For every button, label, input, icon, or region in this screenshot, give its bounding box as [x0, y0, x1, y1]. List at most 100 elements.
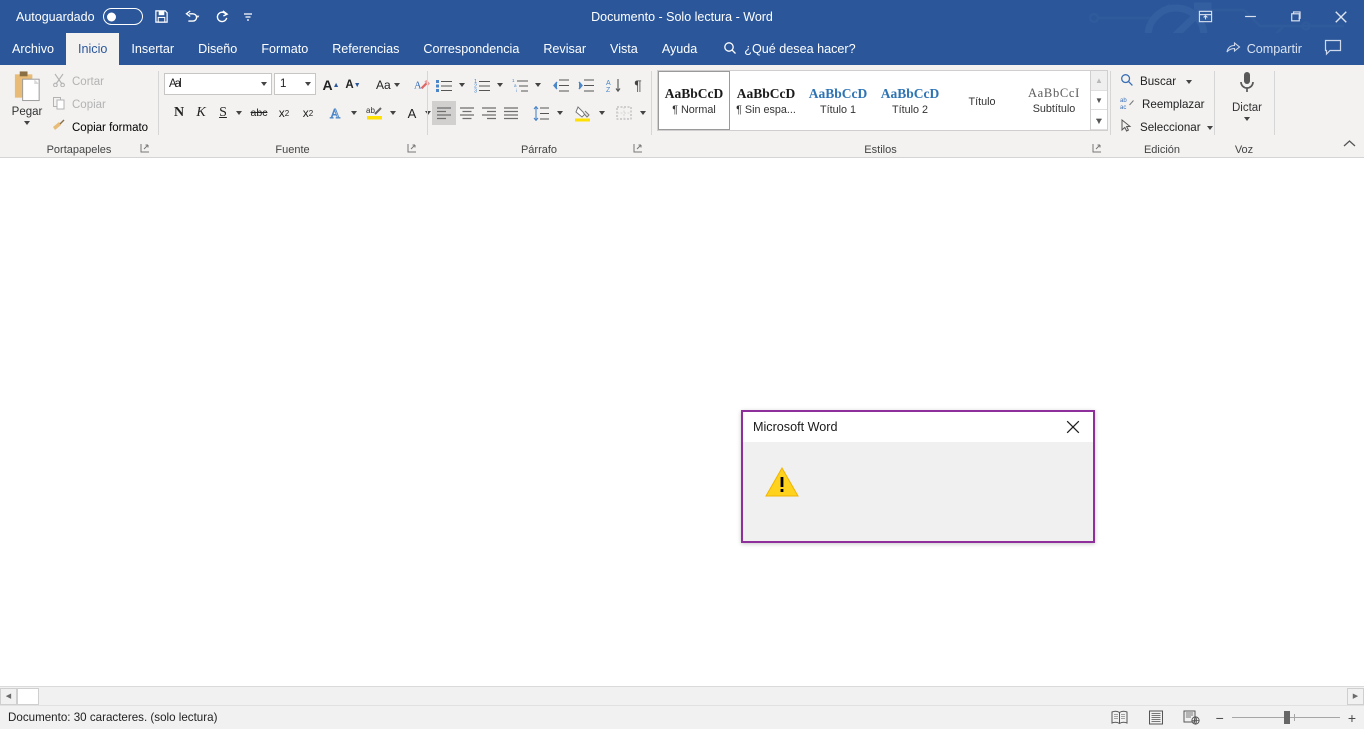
paragraph-dialog-launcher[interactable] — [633, 143, 645, 155]
font-dialog-launcher[interactable] — [407, 143, 419, 155]
style-item-subtitulo[interactable]: AaBbCcI Subtítulo — [1018, 71, 1090, 130]
read-mode-view-icon[interactable] — [1108, 707, 1132, 729]
tab-ayuda[interactable]: Ayuda — [650, 33, 709, 65]
find-caret-icon[interactable] — [1186, 79, 1193, 84]
save-icon[interactable] — [149, 5, 175, 29]
close-icon[interactable] — [1053, 412, 1093, 442]
superscript-icon[interactable]: x2 — [296, 101, 320, 125]
text-effects-caret-icon[interactable] — [347, 101, 361, 125]
paste-button[interactable]: Pegar — [6, 69, 48, 125]
select-caret-icon[interactable] — [1206, 125, 1213, 130]
minimize-icon[interactable] — [1228, 0, 1273, 33]
styles-dialog-launcher[interactable] — [1092, 143, 1104, 155]
format-painter-button[interactable]: Copiar formato — [52, 117, 148, 138]
autosave-toggle[interactable]: Autoguardado — [10, 5, 149, 29]
text-highlight-caret-icon[interactable] — [386, 101, 400, 125]
collapse-ribbon-icon[interactable] — [1343, 135, 1356, 153]
shading-icon[interactable] — [571, 101, 595, 125]
show-formatting-marks-icon[interactable]: ¶ — [627, 73, 649, 97]
justify-icon[interactable] — [499, 101, 523, 125]
zoom-control[interactable]: − + — [1216, 710, 1356, 725]
scroll-up-icon[interactable]: ▲ — [1091, 71, 1107, 91]
replace-button[interactable]: ab ac Reemplazar — [1120, 94, 1205, 115]
tab-revisar[interactable]: Revisar — [531, 33, 598, 65]
font-name-input[interactable]: Aal — [164, 73, 272, 95]
line-spacing-icon[interactable] — [529, 101, 553, 125]
font-color-icon[interactable]: A — [402, 101, 422, 125]
undo-icon[interactable] — [175, 5, 209, 29]
tab-vista[interactable]: Vista — [598, 33, 650, 65]
tab-archivo[interactable]: Archivo — [0, 33, 66, 65]
bold-icon[interactable]: N — [168, 101, 190, 125]
numbering-caret-icon[interactable] — [493, 73, 506, 97]
web-layout-view-icon[interactable] — [1180, 707, 1204, 729]
dictate-caret-icon[interactable] — [1244, 117, 1250, 121]
maximize-icon[interactable] — [1273, 0, 1318, 33]
customize-qat-icon[interactable] — [235, 5, 261, 29]
align-right-icon[interactable] — [477, 101, 501, 125]
line-spacing-caret-icon[interactable] — [553, 101, 566, 125]
print-layout-view-icon[interactable] — [1144, 707, 1168, 729]
strikethrough-icon[interactable]: abc — [246, 101, 272, 125]
borders-icon[interactable] — [612, 101, 636, 125]
align-center-icon[interactable] — [455, 101, 479, 125]
shading-caret-icon[interactable] — [595, 101, 608, 125]
select-button[interactable]: Seleccionar — [1120, 117, 1213, 138]
close-icon[interactable] — [1318, 0, 1364, 33]
comments-icon[interactable] — [1324, 39, 1342, 59]
shrink-font-icon[interactable]: A ▼ — [342, 73, 364, 97]
scroll-left-icon[interactable]: ◀ — [0, 687, 17, 705]
font-size-dropdown-icon[interactable] — [305, 82, 311, 86]
tab-inicio[interactable]: Inicio — [66, 33, 120, 65]
style-item-titulo[interactable]: Título — [946, 71, 1018, 130]
underline-icon[interactable]: S — [212, 101, 234, 125]
zoom-slider-thumb[interactable] — [1283, 710, 1290, 724]
numbering-icon[interactable]: 123 — [470, 73, 494, 97]
align-left-icon[interactable] — [432, 101, 456, 125]
document-canvas[interactable] — [0, 158, 1364, 686]
tab-diseno[interactable]: Diseño — [186, 33, 249, 65]
text-highlight-icon[interactable]: ab — [363, 101, 387, 125]
style-item-normal[interactable]: AaBbCcD ¶ Normal — [658, 71, 730, 130]
clipboard-dialog-launcher[interactable] — [140, 143, 152, 155]
paste-caret-icon[interactable] — [24, 121, 30, 125]
italic-icon[interactable]: K — [190, 101, 212, 125]
redo-icon[interactable] — [209, 5, 235, 29]
underline-caret-icon[interactable] — [232, 101, 246, 125]
scroll-down-icon[interactable]: ▼ — [1091, 90, 1107, 111]
tell-me-box[interactable]: ¿Qué desea hacer? — [713, 33, 865, 65]
style-item-titulo-2[interactable]: AaBbCcD Título 2 — [874, 71, 946, 130]
font-size-input[interactable]: 1 — [274, 73, 316, 95]
borders-caret-icon[interactable] — [636, 101, 649, 125]
autosave-switch[interactable] — [102, 8, 143, 25]
tab-insertar[interactable]: Insertar — [119, 33, 186, 65]
bullets-caret-icon[interactable] — [455, 73, 468, 97]
change-case-icon[interactable]: Aa — [370, 73, 406, 97]
style-item-titulo-1[interactable]: AaBbCcD Título 1 — [802, 71, 874, 130]
dictate-button[interactable]: Dictar — [1224, 69, 1270, 121]
zoom-out-button[interactable]: − — [1216, 711, 1224, 725]
decrease-indent-icon[interactable] — [549, 73, 573, 97]
sort-icon[interactable]: AZ — [602, 73, 626, 97]
scrollbar-thumb[interactable] — [17, 687, 39, 705]
multilevel-caret-icon[interactable] — [531, 73, 544, 97]
bullets-icon[interactable] — [432, 73, 456, 97]
find-button[interactable]: Buscar — [1120, 71, 1193, 92]
ribbon-display-options-icon[interactable] — [1183, 0, 1228, 33]
text-effects-icon[interactable]: A — [326, 101, 348, 125]
zoom-slider[interactable] — [1231, 710, 1340, 725]
increase-indent-icon[interactable] — [574, 73, 598, 97]
tab-referencias[interactable]: Referencias — [320, 33, 411, 65]
grow-font-icon[interactable]: A ▲ — [320, 73, 342, 97]
style-item-sin-espaciado[interactable]: AaBbCcD ¶ Sin espa... — [730, 71, 802, 130]
zoom-in-button[interactable]: + — [1348, 711, 1356, 725]
horizontal-scrollbar[interactable]: ◀ ▶ — [0, 686, 1364, 705]
subscript-icon[interactable]: x2 — [272, 101, 296, 125]
font-name-dropdown-icon[interactable] — [261, 82, 267, 86]
scroll-right-icon[interactable]: ▶ — [1347, 687, 1364, 705]
more-styles-icon[interactable]: ▁ ▼ — [1091, 110, 1107, 131]
tab-correspondencia[interactable]: Correspondencia — [411, 33, 531, 65]
tab-formato[interactable]: Formato — [249, 33, 320, 65]
share-button[interactable]: Compartir — [1225, 33, 1302, 65]
multilevel-list-icon[interactable]: 1ai — [508, 73, 532, 97]
